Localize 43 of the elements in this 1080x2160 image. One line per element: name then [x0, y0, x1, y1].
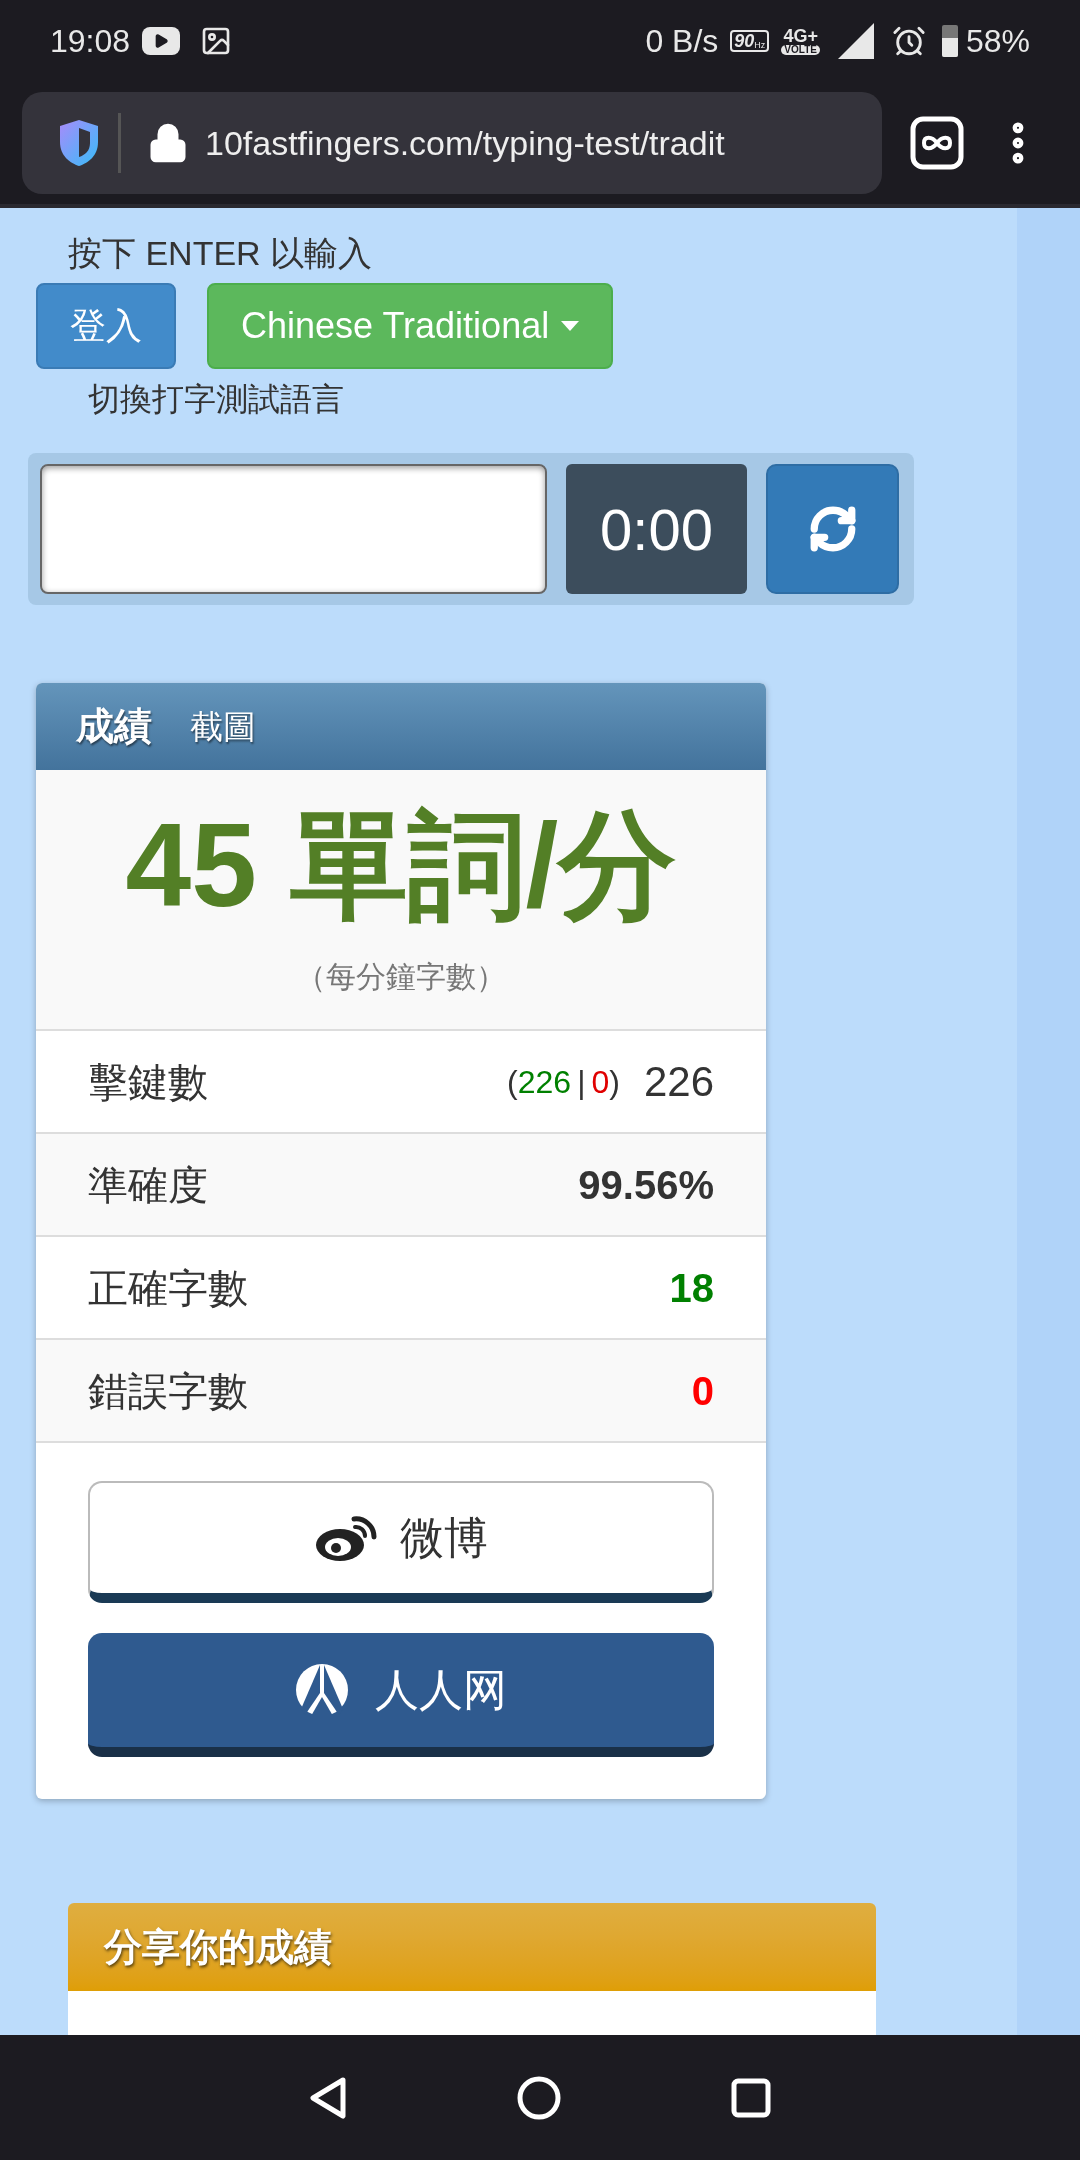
keystroke-breakdown: (226 | 0) — [507, 1062, 620, 1102]
home-icon[interactable] — [517, 2075, 561, 2120]
refresh-icon — [807, 504, 858, 554]
enter-hint: 按下 ENTER 以輸入 — [68, 233, 374, 274]
wpm-result: 45 單詞/分 — [125, 806, 677, 924]
people-logo-icon — [295, 1663, 349, 1717]
stat-label: 錯誤字數 — [88, 1367, 248, 1415]
weibo-share-button[interactable]: 微博 — [88, 1481, 714, 1603]
language-caption: 切換打字測試語言 — [88, 380, 345, 419]
alarm-icon — [891, 24, 926, 58]
restart-button[interactable] — [766, 464, 899, 594]
results-tab[interactable]: 成績 — [76, 698, 152, 755]
refresh-rate-badge: 90Hz — [730, 30, 770, 52]
volte-badge: VOLTE — [781, 45, 820, 55]
language-dropdown[interactable]: Chinese Traditional — [207, 283, 614, 369]
timer-display: 0:00 — [566, 464, 747, 594]
infinity-tab-icon[interactable] — [910, 116, 964, 170]
shield-icon[interactable] — [58, 118, 100, 168]
recents-icon[interactable] — [731, 2077, 771, 2118]
video-app-icon — [142, 27, 181, 55]
stat-value: 18 — [669, 1264, 714, 1312]
typing-input-field[interactable] — [40, 464, 547, 594]
stat-value: 0 — [691, 1367, 714, 1415]
network-speed: 0 B/s — [645, 22, 719, 61]
results-tab[interactable]: 截圖 — [190, 701, 256, 752]
address-bar[interactable]: 10fastfingers.com/typing-test/tradit — [22, 92, 882, 194]
caret-icon — [561, 321, 580, 331]
renren-share-button[interactable]: 人人网 — [88, 1633, 714, 1757]
battery-icon — [941, 25, 958, 57]
stat-label: 擊鍵數 — [88, 1058, 208, 1106]
stat-label: 準確度 — [88, 1161, 208, 1209]
network-type: 4G+ — [783, 27, 818, 45]
stat-value: 226 — [643, 1057, 714, 1107]
back-icon[interactable] — [309, 2076, 347, 2119]
share-panel-title: 分享你的成績 — [104, 1924, 332, 1970]
eye-logo-icon — [314, 1513, 378, 1563]
stat-label: 正確字數 — [88, 1264, 248, 1312]
stat-value: 99.56% — [578, 1161, 714, 1209]
wpm-caption: （每分鐘字數） — [296, 959, 506, 995]
clock-time: 19:08 — [50, 22, 131, 61]
url-text: 10fastfingers.com/typing-test/tradit — [205, 122, 725, 164]
battery-percent: 58% — [965, 22, 1030, 61]
login-button[interactable]: 登入 — [36, 283, 176, 369]
